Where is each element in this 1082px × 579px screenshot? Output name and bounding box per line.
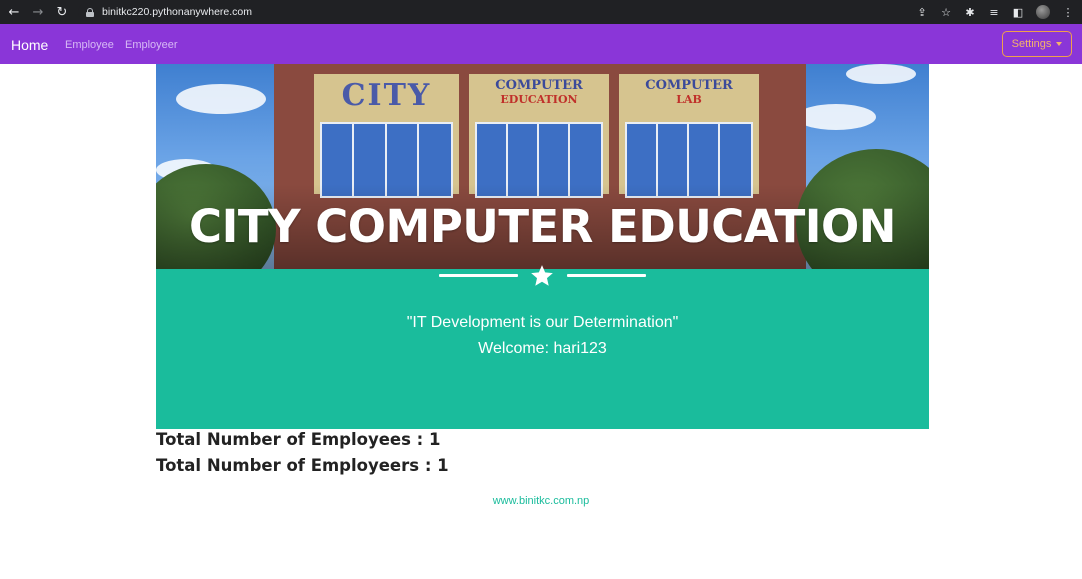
forward-arrow-icon[interactable]: → <box>30 4 46 20</box>
welcome-text: Welcome: hari123 <box>478 340 607 357</box>
sign-computer-education: COMPUTER EDUCATION <box>469 78 609 106</box>
address-bar[interactable]: binitkc220.pythonanywhere.com <box>78 3 948 21</box>
cloud <box>846 64 916 84</box>
top-navbar: Home Employee Employeer Settings <box>0 24 1082 64</box>
sign-text: COMPUTER <box>645 78 733 93</box>
total-employeers-stat: Total Number of Employeers : 1 <box>156 456 449 475</box>
sign-text: EDUCATION <box>500 93 578 106</box>
hero-title: CITY COMPUTER EDUCATION <box>189 200 896 253</box>
nav-link-employee[interactable]: Employee <box>65 39 114 51</box>
total-employees-stat: Total Number of Employees : 1 <box>156 430 441 449</box>
tagline-text: "IT Development is our Determination" <box>406 314 679 331</box>
divider-line <box>439 274 518 277</box>
divider-line <box>567 274 646 277</box>
hero-banner-image: CITY COMPUTER EDUCATION COMPUTER LAB CIT… <box>156 64 929 269</box>
cloud <box>796 104 876 130</box>
sign-text: LAB <box>676 93 702 106</box>
cloud <box>176 84 266 114</box>
star-icon <box>531 265 553 286</box>
sign-panel-right: COMPUTER LAB <box>619 74 759 198</box>
footer-website-link[interactable]: www.binitkc.com.np <box>0 495 1082 507</box>
lock-icon[interactable] <box>86 7 94 17</box>
kebab-menu-icon[interactable]: ⋮ <box>1062 6 1074 19</box>
reload-icon[interactable]: ↻ <box>54 4 70 20</box>
sign-panel-left: CITY <box>314 74 459 198</box>
sign-panel-middle: COMPUTER EDUCATION <box>469 74 609 198</box>
settings-label: Settings <box>1011 38 1052 50</box>
extensions-puzzle-icon[interactable]: ✱ <box>964 6 976 19</box>
settings-dropdown-button[interactable]: Settings <box>1002 31 1072 57</box>
browser-toolbar: ← → ↻ binitkc220.pythonanywhere.com ⇪ ☆ … <box>0 0 1082 24</box>
side-panel-icon[interactable]: ◧ <box>1012 6 1024 19</box>
profile-avatar[interactable] <box>1036 5 1050 19</box>
nav-link-employeer[interactable]: Employeer <box>125 39 178 51</box>
sign-city: CITY <box>341 78 432 113</box>
media-queue-icon[interactable]: ≡ <box>988 6 1000 19</box>
url-text[interactable]: binitkc220.pythonanywhere.com <box>102 6 252 18</box>
caret-down-icon <box>1056 42 1063 46</box>
sign-text: COMPUTER <box>495 78 583 93</box>
back-arrow-icon[interactable]: ← <box>6 4 22 20</box>
tagline-section: "IT Development is our Determination" We… <box>156 265 929 429</box>
sign-computer-lab: COMPUTER LAB <box>619 78 759 106</box>
share-icon[interactable]: ⇪ <box>916 6 928 19</box>
bookmark-star-icon[interactable]: ☆ <box>940 6 952 19</box>
home-link[interactable]: Home <box>11 37 48 53</box>
